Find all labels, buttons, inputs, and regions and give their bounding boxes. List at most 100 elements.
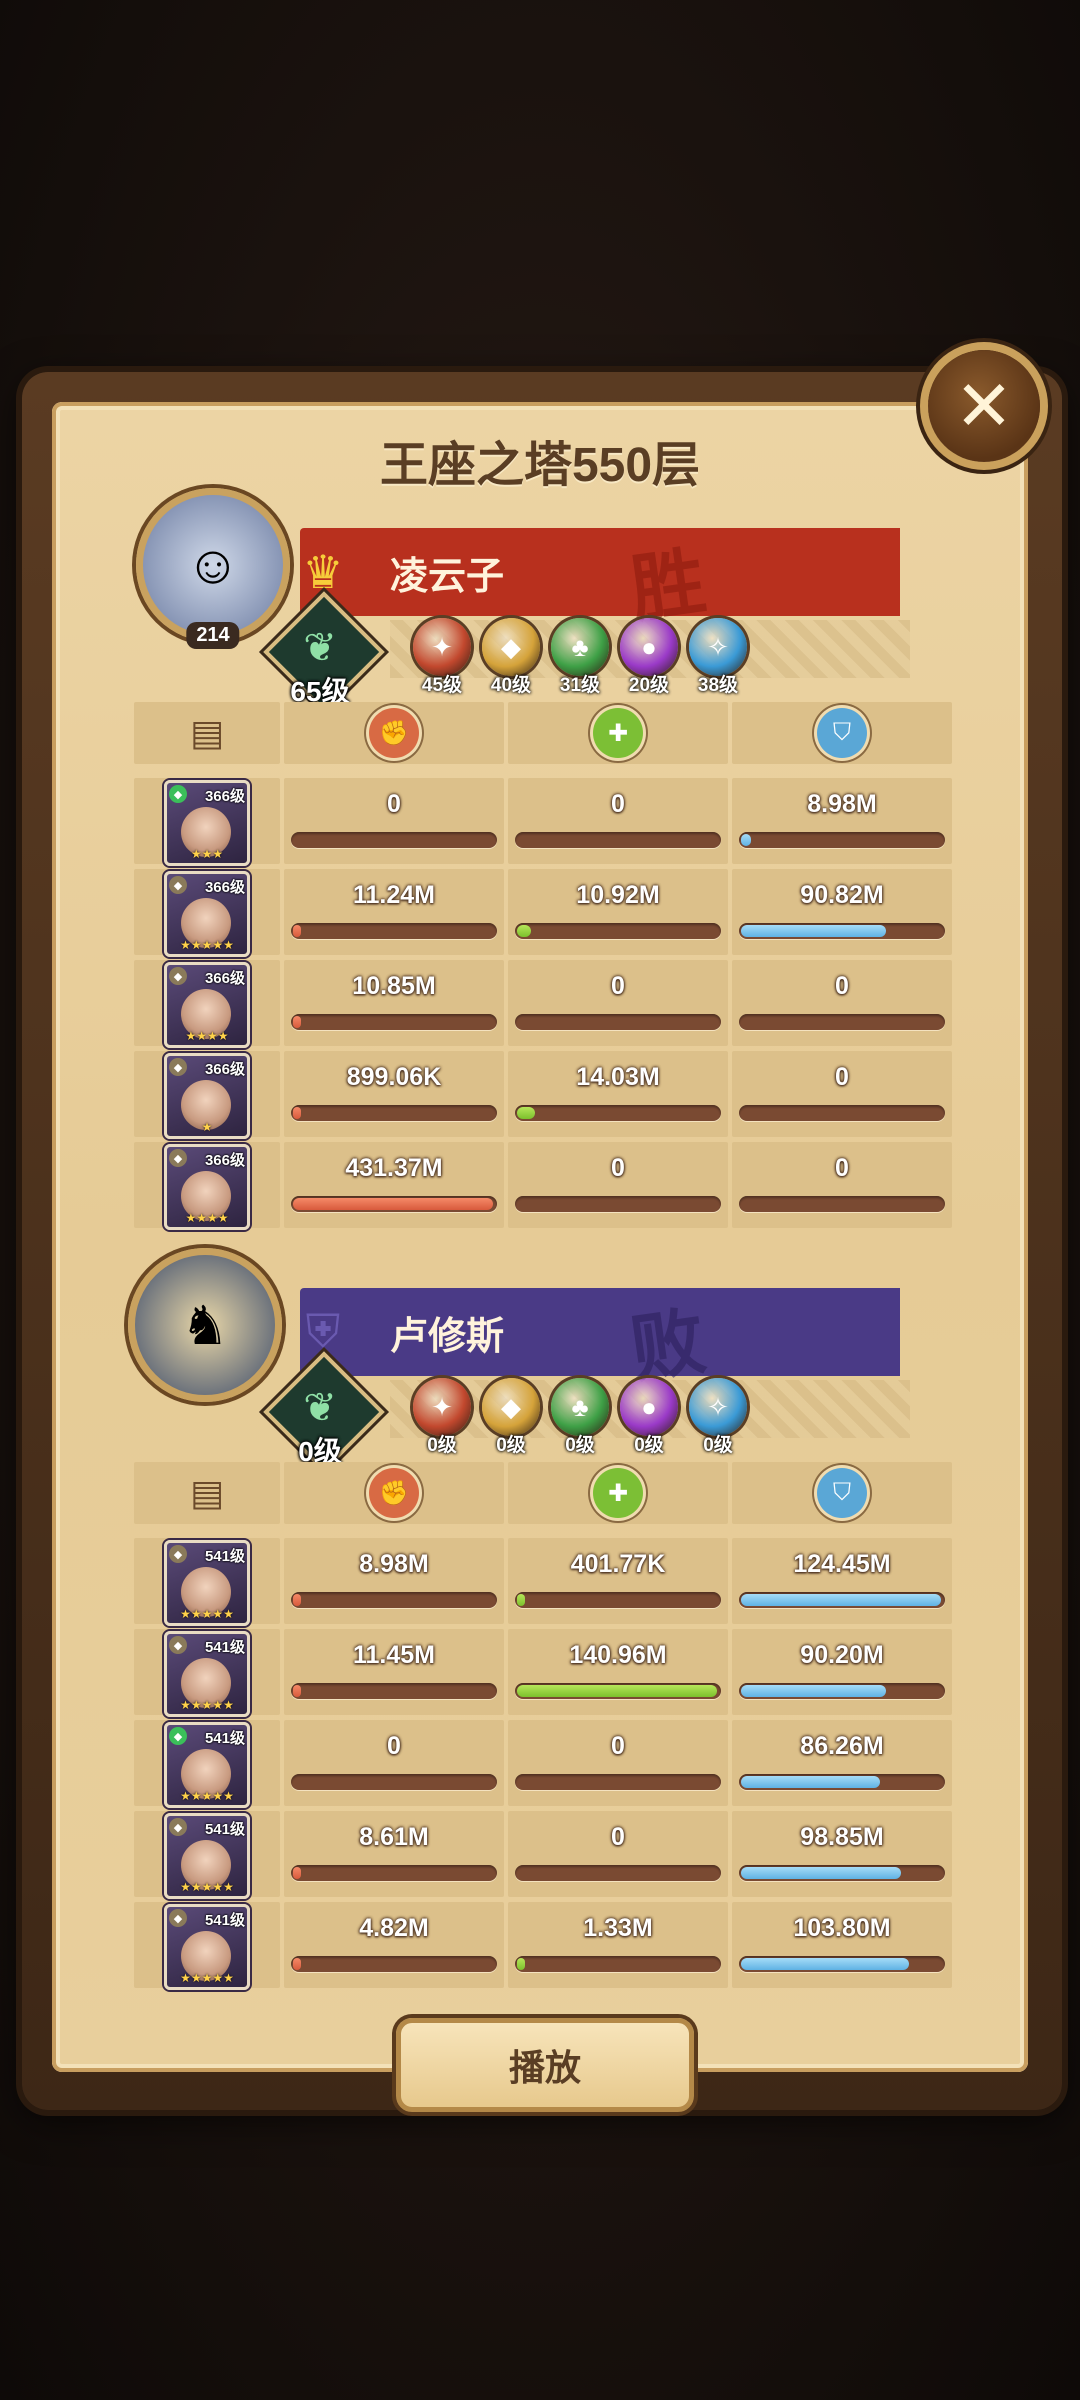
faction-level: 0级	[634, 1435, 664, 1456]
bar-fill	[741, 1867, 901, 1879]
bar-fill	[741, 1958, 909, 1970]
hero-portrait[interactable]: ◆ 541级 ★★★★★	[164, 1813, 250, 1899]
player-avatar[interactable]: ☺ 214	[136, 488, 290, 649]
player-name: 卢修斯	[390, 1315, 505, 1358]
team-banner: 凌云子胜	[300, 528, 900, 632]
tank-bar	[739, 1774, 945, 1790]
bar-fill	[517, 1594, 525, 1606]
damage-value: 0	[387, 1732, 401, 1760]
player-avatar[interactable]: ♞	[128, 1248, 282, 1402]
play-button[interactable]: 播放	[396, 2018, 694, 2112]
damage-icon: ✊	[369, 708, 419, 758]
hero-stars: ★★★★★	[180, 1607, 234, 1621]
hero-portrait[interactable]: ◆ 541级 ★★★★★	[164, 1631, 250, 1717]
tank-value: 90.20M	[800, 1641, 884, 1669]
hero-portrait[interactable]: ◆ 366级 ★★★★	[164, 962, 250, 1048]
player-name: 凌云子	[390, 555, 505, 598]
bar-fill	[741, 834, 751, 846]
hero-portrait[interactable]: ◆ 541级 ★★★★★	[164, 1540, 250, 1626]
shield-icon: ⛉	[817, 708, 867, 758]
avatar-level-badge: 214	[186, 622, 240, 649]
tank-bar	[739, 832, 945, 848]
hero-level: 541级	[204, 1821, 245, 1838]
bar-fill	[293, 1685, 301, 1697]
damage-value: 11.24M	[352, 881, 435, 909]
lightbearer-icon: ✦	[413, 1378, 471, 1436]
hero-level: 541级	[204, 1639, 245, 1656]
faction-level: 38级	[697, 675, 739, 696]
damage-value: 899.06K	[346, 1063, 442, 1091]
damage-bar	[291, 1774, 497, 1790]
heal-value: 140.96M	[569, 1641, 667, 1669]
tank-value: 0	[835, 1154, 849, 1182]
bar-fill	[293, 1867, 301, 1879]
graveborn-icon: ●	[620, 1378, 678, 1436]
damage-bar	[291, 1683, 497, 1699]
faction-level: 0级	[703, 1435, 733, 1456]
hero-stars: ★★★★★	[180, 1789, 234, 1803]
damage-icon: ✊	[369, 1468, 419, 1518]
hero-level: 366级	[204, 1061, 245, 1078]
bar-fill	[293, 1107, 301, 1119]
hero-stars: ★★★	[190, 847, 224, 861]
damage-value: 431.37M	[345, 1154, 443, 1182]
heal-bar	[515, 1105, 721, 1121]
bar-fill	[293, 1958, 301, 1970]
close-button[interactable]: ✕	[928, 350, 1040, 462]
bar-fill	[741, 1685, 886, 1697]
close-x-icon: ✕	[954, 367, 1014, 445]
faction-level: 45级	[421, 675, 463, 696]
hero-level: 366级	[204, 788, 245, 805]
damage-value: 0	[387, 790, 401, 818]
hero-faction-badge-icon: ◆	[169, 1818, 187, 1836]
tank-bar	[739, 1014, 945, 1030]
battle-log-icon[interactable]: ▤	[182, 1468, 232, 1518]
hero-faction-badge-icon: ◆	[169, 1909, 187, 1927]
heal-bar	[515, 923, 721, 939]
tank-value: 8.98M	[807, 790, 877, 818]
damage-bar	[291, 1196, 497, 1212]
damage-bar	[291, 923, 497, 939]
hero-faction-badge-icon: ◆	[169, 876, 187, 894]
bar-fill	[293, 1198, 493, 1210]
battle-log-icon[interactable]: ▤	[182, 708, 232, 758]
damage-bar	[291, 1014, 497, 1030]
page-title: 王座之塔550层	[379, 439, 701, 492]
shield-icon: ⛉	[817, 1468, 867, 1518]
damage-value: 11.45M	[352, 1641, 435, 1669]
bar-fill	[293, 1016, 301, 1028]
hero-portrait[interactable]: ◆ 366级 ★	[164, 1053, 250, 1139]
tank-value: 124.45M	[793, 1550, 891, 1578]
damage-bar	[291, 832, 497, 848]
tank-value: 98.85M	[800, 1823, 884, 1851]
mauler-icon: ◆	[482, 1378, 540, 1436]
hero-faction-badge-icon: ◆	[169, 785, 187, 803]
heal-value: 0	[611, 972, 625, 1000]
hero-portrait[interactable]: ◆ 366级 ★★★★★	[164, 871, 250, 957]
faction-level: 0级	[427, 1435, 457, 1456]
hero-portrait[interactable]: ◆ 541级 ★★★★★	[164, 1904, 250, 1990]
damage-value: 8.61M	[359, 1823, 429, 1851]
heal-value: 10.92M	[576, 881, 660, 909]
damage-bar	[291, 1105, 497, 1121]
heal-bar	[515, 1014, 721, 1030]
hero-level: 366级	[204, 970, 245, 987]
heal-value: 14.03M	[576, 1063, 660, 1091]
hero-portrait[interactable]: ◆ 366级 ★★★	[164, 780, 250, 866]
bar-fill	[517, 1685, 717, 1697]
heal-bar	[515, 1956, 721, 1972]
hero-portrait[interactable]: ◆ 366级 ★★★★	[164, 1144, 250, 1230]
wilder-icon: ♣	[551, 1378, 609, 1436]
heal-bar	[515, 1774, 721, 1790]
tank-value: 90.82M	[800, 881, 884, 909]
team-banner: 卢修斯败	[300, 1288, 900, 1392]
heal-value: 401.77K	[570, 1550, 666, 1578]
hero-portrait[interactable]: ◆ 541级 ★★★★★	[164, 1722, 250, 1808]
faction-level: 0级	[496, 1435, 526, 1456]
hero-stars: ★★★★★	[180, 1698, 234, 1712]
wilder-icon: ♣	[551, 618, 609, 676]
damage-bar	[291, 1592, 497, 1608]
heal-bar	[515, 1592, 721, 1608]
celestial-icon: ✧	[689, 1378, 747, 1436]
heal-icon: ✚	[593, 708, 643, 758]
